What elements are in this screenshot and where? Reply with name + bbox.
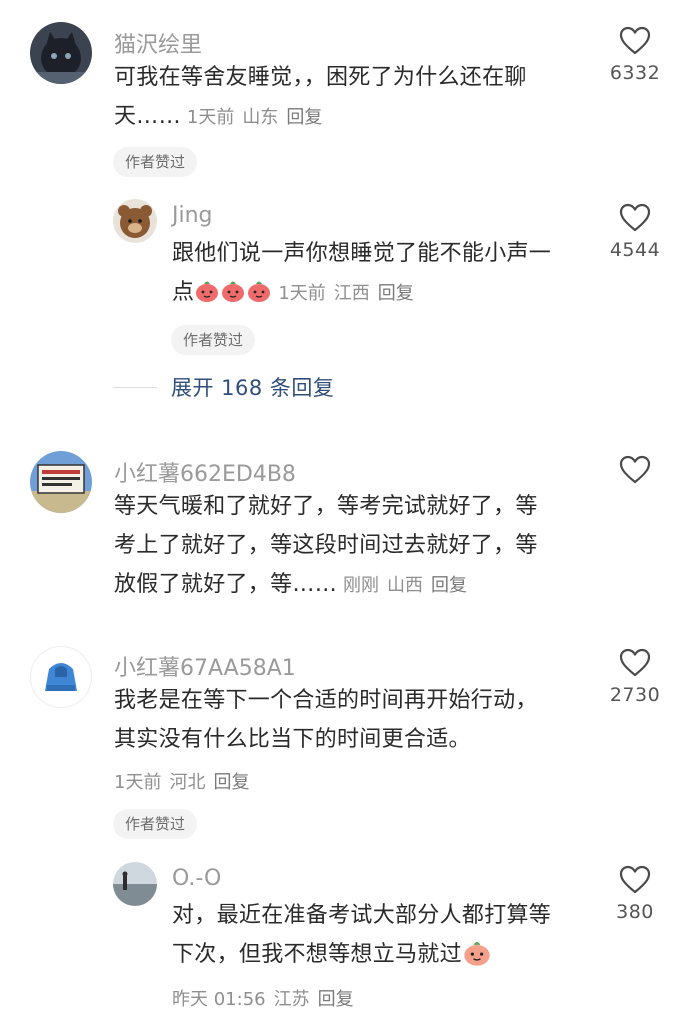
like-count: 380 <box>616 901 654 923</box>
comment-meta: 1天前 河北 回复 <box>114 768 257 794</box>
reply-text: 对，最近在准备考试大部分人都打算等 下次，但我不想等想立马就过 <box>172 896 592 974</box>
like-button[interactable]: 380 <box>600 865 670 923</box>
comment-line: 其实没有什么比当下的时间更合适。 <box>114 727 471 752</box>
reply-button[interactable]: 回复 <box>431 575 467 596</box>
avatar[interactable] <box>113 862 157 906</box>
reply-button[interactable]: 回复 <box>318 989 354 1010</box>
comment-time: 1天前 <box>114 772 162 793</box>
comment-meta: 1天前 山东 回复 <box>187 107 330 128</box>
reply-button[interactable]: 回复 <box>213 772 249 793</box>
comment-line: 天…… <box>114 104 181 129</box>
comment-line: 等天气暖和了就好了，等考完试就好了，等 <box>114 494 538 519</box>
reply-line-with-emoji: 下次，但我不想等想立马就过 <box>172 935 592 974</box>
heart-outline-icon[interactable] <box>619 26 651 56</box>
avatar[interactable] <box>30 646 92 708</box>
comment-location: 河北 <box>169 772 206 793</box>
reply-time: 1天前 <box>278 283 326 304</box>
like-count: 2730 <box>609 684 661 706</box>
peach-face-icon <box>220 278 246 304</box>
reply-line: 点 <box>172 280 195 305</box>
reply-line: 对，最近在准备考试大部分人都打算等 <box>172 903 552 928</box>
expand-replies[interactable]: 展开 168 条回复 <box>113 369 334 405</box>
expand-replies-label[interactable]: 展开 168 条回复 <box>171 372 334 402</box>
heart-outline-icon[interactable] <box>619 648 651 678</box>
comment-meta: 刚刚 山西 回复 <box>343 575 475 596</box>
author-liked-badge: 作者赞过 <box>113 809 198 839</box>
comment-line-with-meta: 天…… 1天前 山东 回复 <box>114 97 594 137</box>
username[interactable]: O.-O <box>172 866 221 891</box>
reply-location: 江西 <box>333 283 370 304</box>
comment-line: 考上了就好了，等这段时间过去就好了，等 <box>114 533 538 558</box>
username[interactable]: Jing <box>172 203 213 228</box>
comment-1: 猫沢绘里 可我在等舍友睡觉，，困死了为什么还在聊 天…… 1天前 山东 回复 作者赞过… <box>0 0 690 430</box>
comment-time: 刚刚 <box>343 575 380 596</box>
like-count: 4544 <box>609 239 661 261</box>
peach-face-icon <box>194 278 220 304</box>
comment-location: 山西 <box>387 575 424 596</box>
reply-line: 跟他们说一声你想睡觉了能不能小声一 <box>172 241 552 266</box>
peach-face-icon <box>246 278 272 304</box>
reply-button[interactable]: 回复 <box>378 283 414 304</box>
comment-text: 我老是在等下一个合适的时间再开始行动， 其实没有什么比当下的时间更合适。 <box>114 681 594 759</box>
avatar[interactable] <box>30 451 92 513</box>
like-button[interactable]: 2730 <box>600 648 670 706</box>
comment-line: 放假了就好了，等…… <box>114 572 338 597</box>
comment-line: 我老是在等下一个合适的时间再开始行动， <box>114 688 538 713</box>
comment-time: 1天前 <box>186 107 235 128</box>
reply-meta: 1天前 江西 回复 <box>278 283 421 304</box>
avatar[interactable] <box>113 199 157 243</box>
reply-line: 下次，但我不想等想立马就过 <box>172 942 462 967</box>
reply-line-with-meta: 点 1天前 江西 回复 <box>172 273 592 313</box>
username[interactable]: 小红薯67AA58A1 <box>114 650 296 682</box>
username[interactable]: 猫沢绘里 <box>114 27 202 59</box>
author-liked-badge: 作者赞过 <box>171 325 256 355</box>
username[interactable]: 小红薯662ED4B8 <box>114 456 296 488</box>
like-button[interactable]: 4544 <box>600 203 670 261</box>
reply-location: 江苏 <box>273 989 310 1010</box>
comment-text: 可我在等舍友睡觉，，困死了为什么还在聊 天…… 1天前 山东 回复 <box>114 58 594 137</box>
comment-text: 等天气暖和了就好了，等考完试就好了，等 考上了就好了，等这段时间过去就好了，等 … <box>114 487 594 605</box>
divider <box>113 386 157 388</box>
reply-text: 跟他们说一声你想睡觉了能不能小声一 点 1天前 江西 回复 <box>172 234 592 313</box>
comment-line: 可我在等舍友睡觉，，困死了为什么还在聊 <box>114 65 527 90</box>
peach-face-icon <box>462 938 492 968</box>
avatar[interactable] <box>30 22 92 84</box>
comment-line-with-meta: 放假了就好了，等…… 刚刚 山西 回复 <box>114 565 594 605</box>
comment-location: 山东 <box>242 107 279 128</box>
reply-button[interactable]: 回复 <box>286 107 322 128</box>
like-button[interactable] <box>600 455 670 491</box>
heart-outline-icon[interactable] <box>619 203 651 233</box>
heart-outline-icon[interactable] <box>619 865 651 895</box>
author-liked-badge: 作者赞过 <box>113 147 198 177</box>
like-button[interactable]: 6332 <box>600 26 670 84</box>
reply-meta: 昨天 01:56 江苏 回复 <box>172 985 362 1011</box>
like-count: 6332 <box>609 62 661 84</box>
heart-outline-icon[interactable] <box>619 455 651 485</box>
reply-time: 昨天 01:56 <box>172 989 266 1010</box>
